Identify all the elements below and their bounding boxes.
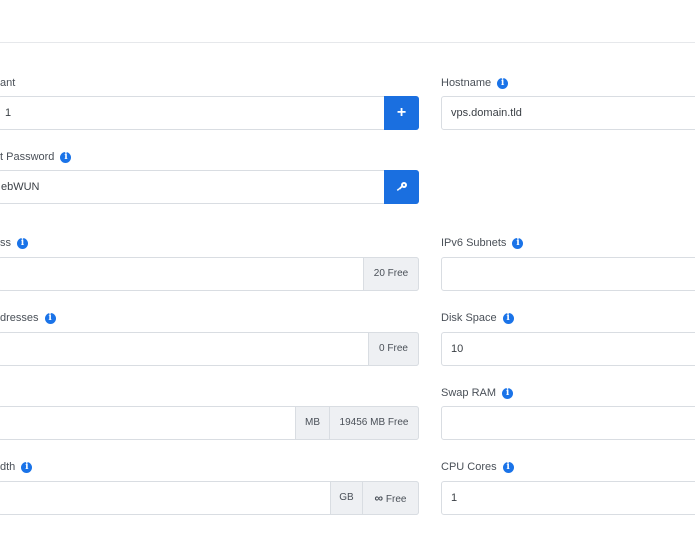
info-icon[interactable]: i [502, 461, 514, 473]
ip-label: ss i [0, 236, 28, 250]
root-password-field[interactable]: ebWUN [0, 170, 419, 204]
disk-space-label: Disk Space i [441, 311, 514, 325]
plus-icon: + [396, 104, 407, 121]
ram-free-addon: 19456 MB Free [329, 406, 419, 440]
add-button[interactable]: + [384, 96, 419, 130]
hostname-value: vps.domain.tld [451, 107, 522, 119]
bandwidth-label: dth i [0, 460, 33, 474]
hostname-label: Hostname i [441, 76, 509, 90]
info-icon[interactable]: i [17, 237, 28, 249]
hostname-label-text: Hostname [441, 77, 492, 89]
ip-free-text: 20 Free [373, 268, 409, 279]
ipv6-subnets-label: IPv6 Subnets i [441, 236, 524, 250]
cpu-cores-label: CPU Cores i [441, 460, 514, 474]
cpu-cores-label-text: CPU Cores [441, 461, 497, 473]
bandwidth-free-addon: ∞ Free [362, 481, 419, 515]
root-password-label: t Password i [0, 150, 72, 164]
info-icon[interactable]: i [60, 151, 72, 163]
infinity-icon: ∞ [374, 491, 384, 505]
info-icon[interactable]: i [44, 312, 56, 324]
ip-addresses-label: dresses i [0, 311, 56, 325]
disk-space-label-text: Disk Space [441, 312, 497, 324]
info-icon[interactable]: i [502, 312, 514, 324]
server-count-value: 1 [5, 107, 12, 119]
ram-unit-addon: MB [295, 406, 330, 440]
server-count-field[interactable]: 1 + [0, 96, 419, 130]
info-icon[interactable]: i [497, 77, 509, 89]
ip-addresses-free-addon: 0 Free [368, 332, 419, 366]
ip-addresses-field[interactable]: 0 Free [0, 332, 419, 366]
root-password-value: ebWUN [1, 181, 40, 193]
bandwidth-unit-text: GB [339, 492, 354, 503]
root-password-label-text: t Password [0, 151, 55, 163]
bandwidth-free-text: Free [385, 494, 407, 505]
server-count-label-text: ant [0, 77, 16, 89]
ip-free-addon: 20 Free [363, 257, 419, 291]
cpu-cores-value: 1 [451, 492, 458, 504]
ipv6-subnets-field[interactable] [441, 257, 695, 291]
info-icon[interactable]: i [512, 237, 524, 249]
hostname-field[interactable]: vps.domain.tld [441, 96, 695, 130]
ram-field[interactable]: MB 19456 MB Free [0, 406, 419, 440]
disk-space-field[interactable]: 10 [441, 332, 695, 366]
key-icon [396, 182, 407, 191]
info-icon[interactable]: i [502, 387, 514, 399]
ipv6-subnets-label-text: IPv6 Subnets [441, 237, 507, 249]
bandwidth-unit-addon: GB [330, 481, 363, 515]
generate-password-button[interactable] [384, 170, 419, 204]
ip-label-text: ss [0, 237, 11, 249]
ip-field[interactable]: 20 Free [0, 257, 419, 291]
swap-ram-label-text: Swap RAM [441, 387, 497, 399]
ram-unit-text: MB [305, 417, 320, 428]
bandwidth-field[interactable]: GB ∞ Free [0, 481, 419, 515]
swap-ram-field[interactable] [441, 406, 695, 440]
bandwidth-label-text: dth [0, 461, 16, 473]
ip-addresses-free-text: 0 Free [379, 343, 408, 354]
server-count-label: ant [0, 76, 15, 90]
swap-ram-label: Swap RAM i [441, 386, 514, 400]
top-bar [0, 0, 695, 43]
ip-addresses-label-text: dresses [0, 312, 39, 324]
disk-space-value: 10 [451, 343, 464, 355]
info-icon[interactable]: i [21, 461, 33, 473]
ram-free-text: 19456 MB Free [339, 417, 409, 428]
cpu-cores-field[interactable]: 1 [441, 481, 695, 515]
